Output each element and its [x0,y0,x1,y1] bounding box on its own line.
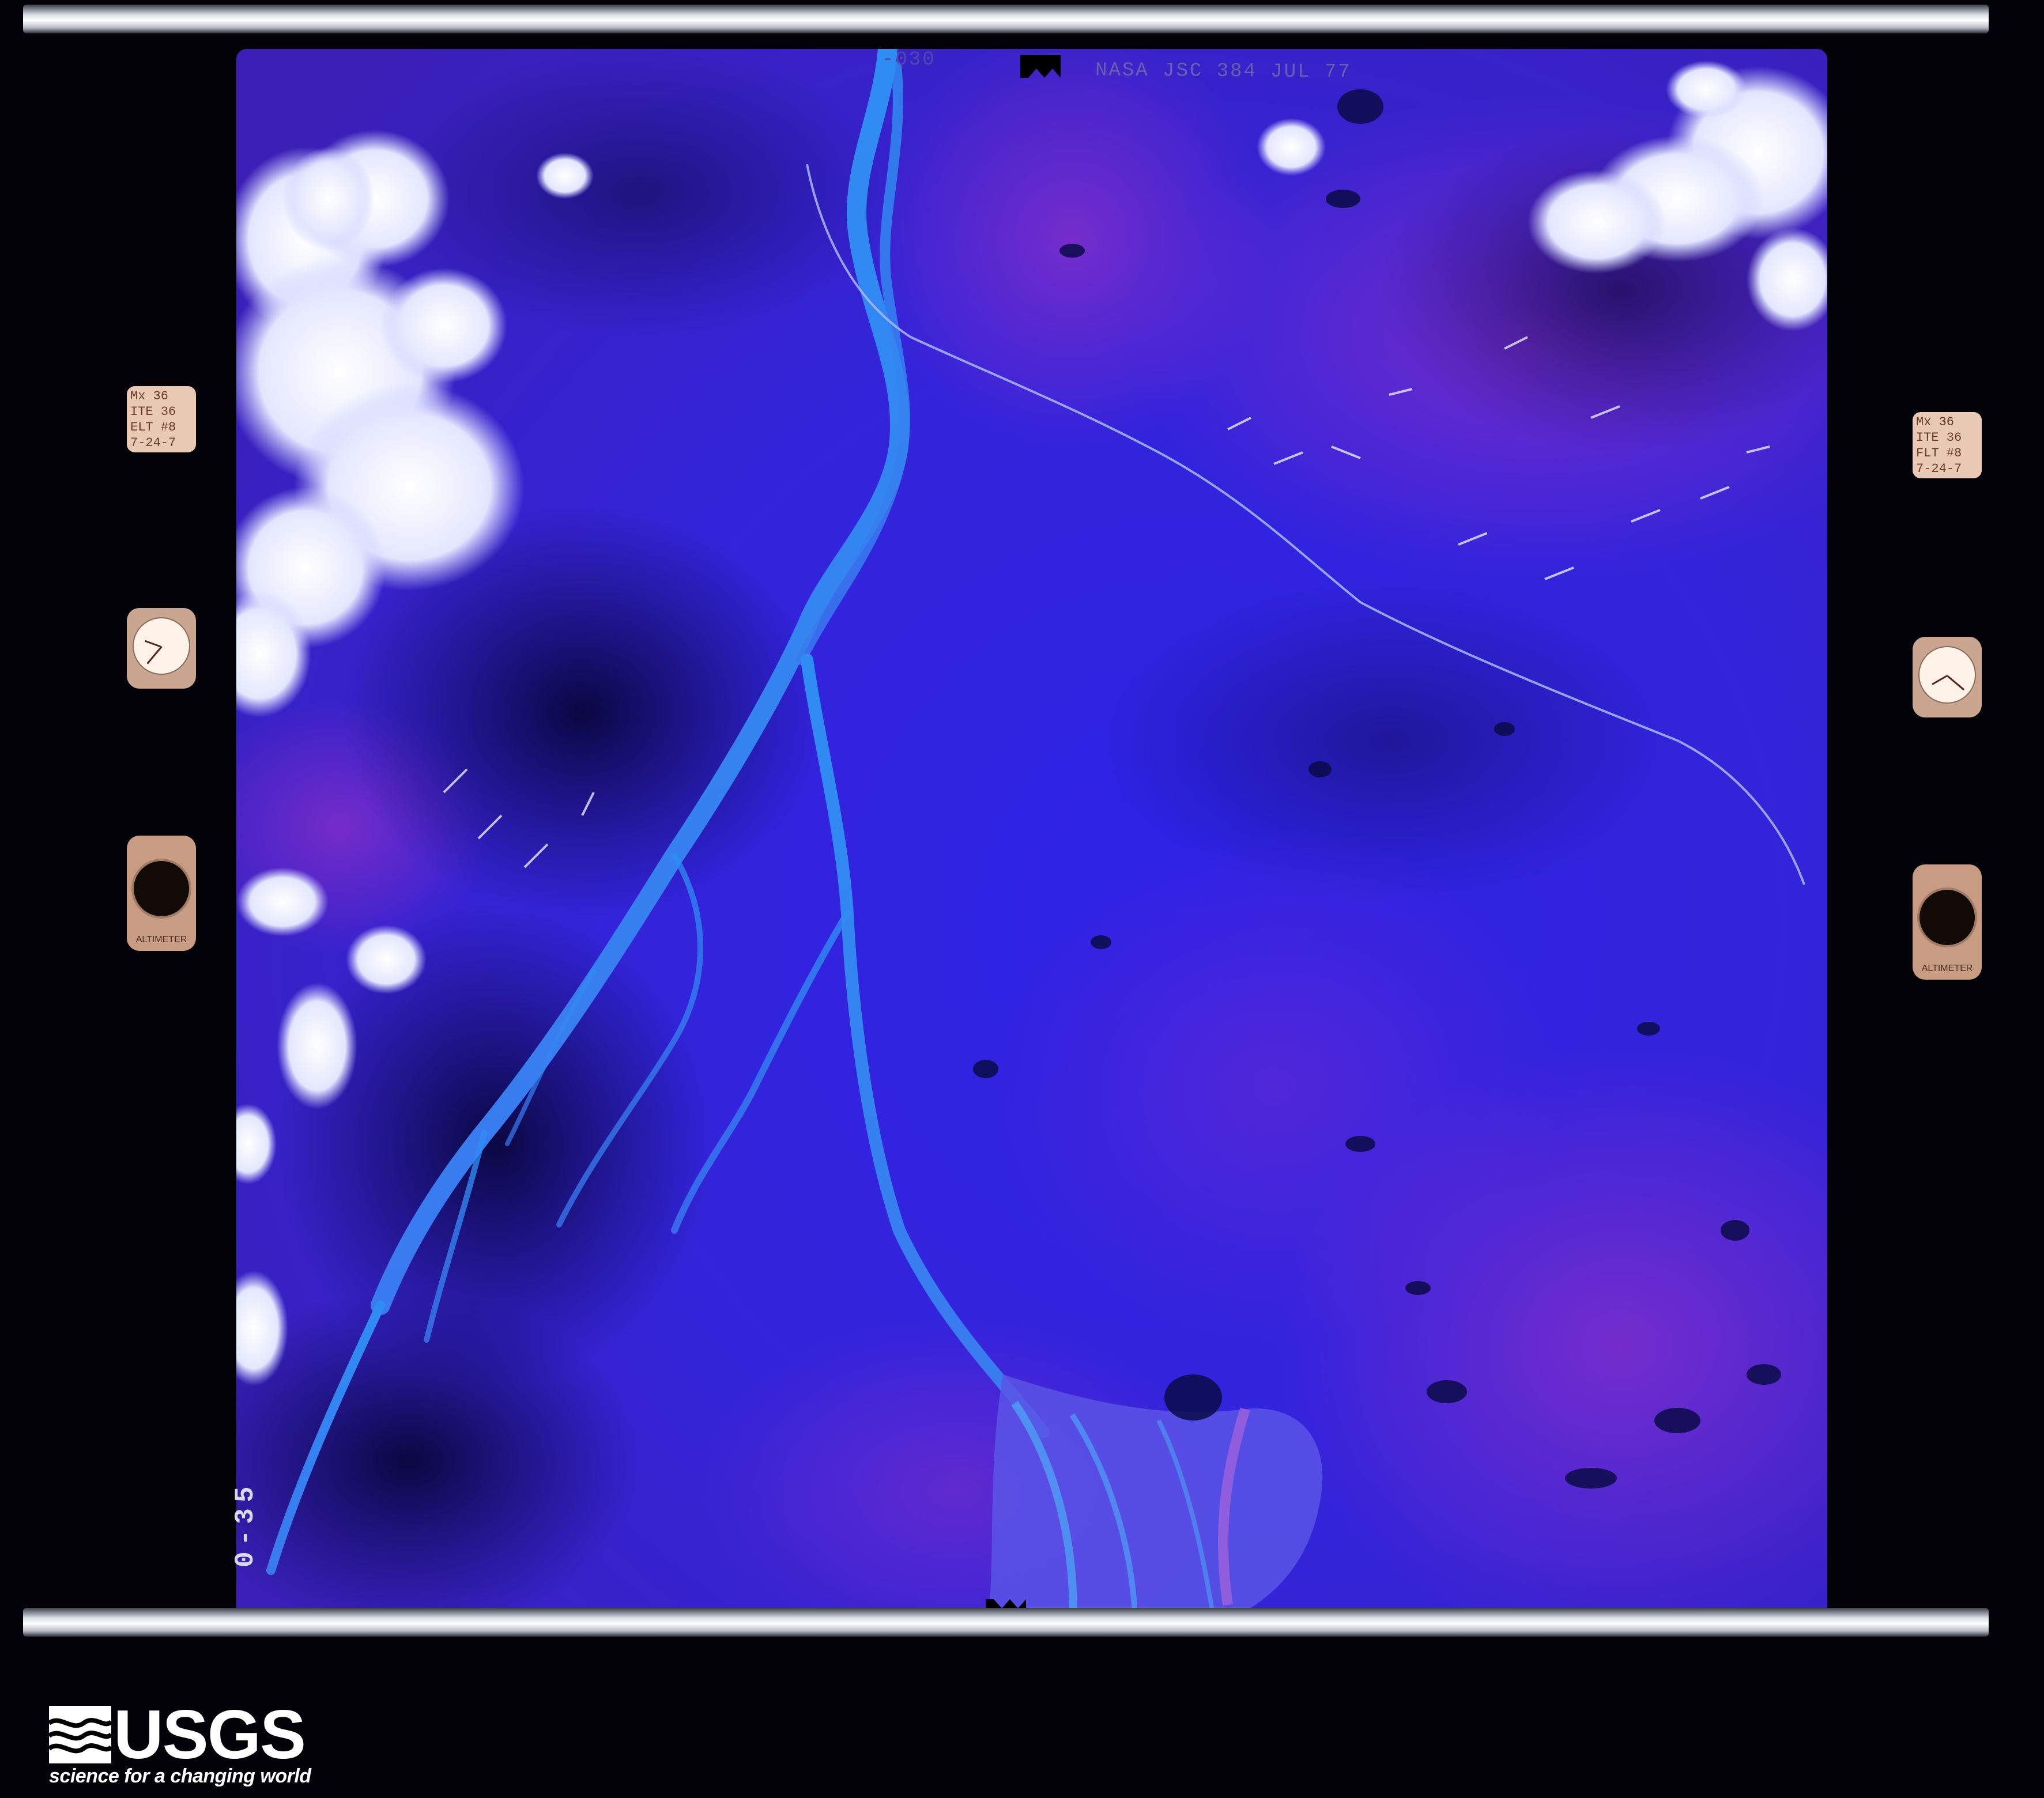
film-scan: -030 NASA JSC 384 JUL 77 0-35 Mx 36 ITE … [0,0,2044,1798]
left-flight-label: Mx 36 ITE 36 ELT #8 7-24-7 [127,386,196,452]
usgs-tagline: science for a changing world [49,1765,311,1787]
right-clock [1913,637,1982,717]
clock-minute-hand [1932,675,1948,685]
usgs-wordmark: USGS [114,1696,306,1773]
right-flight-label: Mx 36 ITE 36 FLT #8 7-24-7 [1913,412,1982,478]
aerial-photo [236,49,1827,1637]
aerial-landscape [236,49,1827,1637]
clock-hour-hand [1947,675,1965,691]
film-edge-bottom [23,1608,1989,1637]
clock-hour-hand [146,646,163,664]
clock-minute-hand [145,640,162,648]
altimeter-dial [1917,887,1977,947]
frame-number: 0-35 [231,1480,261,1567]
altimeter-caption: ALTIMETER [135,935,187,945]
frame-header: NASA JSC 384 JUL 77 [1095,59,1352,84]
left-clock [127,608,196,689]
usgs-logo: USGS science for a changing world [49,1697,311,1789]
frame-id: -030 [882,49,936,71]
right-altimeter: ALTIMETER [1913,864,1982,980]
altimeter-caption: ALTIMETER [1921,964,1973,973]
clock-face [1918,646,1976,704]
left-altimeter: ALTIMETER [127,836,196,951]
film-edge-top [23,5,1989,33]
altimeter-dial [131,859,191,919]
usgs-wave-icon [49,1706,111,1763]
clock-face [133,617,190,675]
